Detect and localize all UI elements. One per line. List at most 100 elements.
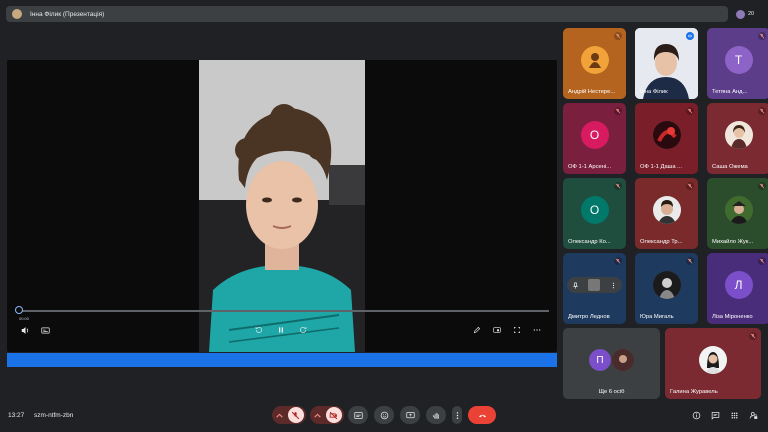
chevron-up-icon[interactable] <box>275 411 284 420</box>
participant-thumbnail <box>588 279 601 291</box>
pin-icon[interactable] <box>572 282 579 289</box>
captions-button[interactable] <box>348 406 368 424</box>
participant-tile[interactable]: О Олександр Ко... <box>563 178 626 249</box>
host-controls-button[interactable] <box>746 408 760 422</box>
participant-tile[interactable]: Олександр Тр... <box>635 178 698 249</box>
activities-button[interactable] <box>727 408 741 422</box>
participant-name: Юра Мигаль <box>640 314 674 320</box>
participant-name: Михайло Жук... <box>712 239 754 245</box>
fullscreen-icon[interactable] <box>511 324 523 336</box>
mic-off-icon <box>686 107 694 115</box>
mic-off-icon <box>287 407 304 423</box>
chevron-up-icon[interactable] <box>313 411 322 420</box>
emoji-icon <box>380 411 388 419</box>
forward-icon[interactable] <box>297 324 309 336</box>
participant-tile[interactable]: Михайло Жук... <box>707 178 768 249</box>
participant-avatar <box>652 271 681 299</box>
more-participants-label: Ще 6 осіб <box>598 389 625 395</box>
participant-tile[interactable]: Інна Філик <box>635 28 698 99</box>
camera-off-icon <box>325 407 342 423</box>
participant-tile[interactable]: Саша Ожема <box>707 103 768 174</box>
participant-tile[interactable]: Андрій Нестере... <box>563 28 626 99</box>
participant-tile[interactable]: ОФ 1-1 Даша ... <box>635 103 698 174</box>
mic-off-icon <box>758 32 766 40</box>
participant-avatar <box>699 346 727 374</box>
presentation-stage: 00:00 <box>7 60 557 352</box>
mic-off-icon <box>614 182 622 190</box>
participant-avatar <box>652 121 681 149</box>
participant-avatar: О <box>580 196 609 224</box>
rewind-icon[interactable] <box>253 324 265 336</box>
participant-avatar: О <box>580 121 609 149</box>
participant-name: Саша Ожема <box>712 164 748 170</box>
participant-name: Дмитро Леднов <box>568 314 610 320</box>
present-screen-icon <box>405 411 415 418</box>
participant-tile[interactable]: Л Ліза Міроненко <box>707 253 768 324</box>
participant-tile[interactable]: Дмитро Леднов <box>563 253 626 324</box>
video-progress-track[interactable] <box>19 310 549 312</box>
microphone-toggle-button[interactable] <box>272 406 306 424</box>
reactions-button[interactable] <box>374 406 394 424</box>
participant-count-label: 20 <box>748 11 755 17</box>
participant-name: ОФ 1-1 Арсені... <box>568 164 612 170</box>
chat-icon <box>711 411 719 420</box>
camera-toggle-button[interactable] <box>310 406 344 424</box>
presentation-footer-bar <box>7 353 557 367</box>
participant-avatar <box>724 196 753 224</box>
participant-name: Олександр Ко... <box>568 239 611 245</box>
participant-name: Андрій Нестере... <box>568 89 616 95</box>
overflow-avatar-photo <box>612 349 634 371</box>
meeting-info-button[interactable] <box>689 408 703 422</box>
hand-icon <box>432 412 439 419</box>
mic-off-icon <box>686 182 694 190</box>
participant-name: Тетяна Анд... <box>712 89 748 95</box>
annotate-pencil-icon[interactable] <box>471 324 483 336</box>
mic-off-icon <box>758 107 766 115</box>
more-vert-icon <box>456 411 458 419</box>
mic-off-icon <box>686 257 694 265</box>
mic-off-icon <box>749 332 757 340</box>
captions-icon[interactable] <box>39 324 51 336</box>
tile-more-icon[interactable] <box>610 282 617 289</box>
participant-avatar <box>580 46 609 74</box>
presentation-banner[interactable]: Інна Філик (Презентація) <box>6 6 728 22</box>
present-button[interactable] <box>400 406 420 424</box>
more-options-icon[interactable] <box>531 324 543 336</box>
more-participants-tile[interactable]: П Ще 6 осіб <box>563 328 660 399</box>
info-icon <box>692 411 700 419</box>
participant-count[interactable]: 20 <box>736 7 754 21</box>
apps-grid-icon <box>731 412 737 418</box>
hang-up-icon <box>478 414 486 417</box>
pause-icon[interactable] <box>275 324 287 336</box>
leave-call-button[interactable] <box>468 406 496 424</box>
participant-avatar: Л <box>724 271 753 299</box>
call-controls-bar: 13:27 szm-ntfm-zbn <box>0 404 768 428</box>
participant-name: Галина Журавель <box>670 389 718 395</box>
participant-tile[interactable]: Т Тетяна Анд... <box>707 28 768 99</box>
mic-off-icon <box>758 182 766 190</box>
presentation-title: Інна Філик (Презентація) <box>30 10 105 18</box>
clock: 13:27 <box>8 412 25 419</box>
raise-hand-button[interactable] <box>426 406 446 424</box>
more-options-button[interactable] <box>452 406 462 424</box>
participant-name: ОФ 1-1 Даша ... <box>640 164 682 170</box>
participant-tile[interactable]: Галина Журавель <box>665 328 761 399</box>
speaker-video-frame <box>199 60 365 352</box>
mic-off-icon <box>614 257 622 265</box>
tile-hover-controls <box>567 277 622 293</box>
lock-person-icon <box>749 411 757 419</box>
shared-video[interactable] <box>199 60 365 352</box>
participant-avatar <box>652 196 681 224</box>
volume-icon[interactable] <box>19 324 31 336</box>
participant-avatar <box>724 121 753 149</box>
presenter-avatar <box>12 9 22 19</box>
mic-off-icon <box>614 107 622 115</box>
participant-name: Олександр Тр... <box>640 239 683 245</box>
overflow-avatar: П <box>589 349 611 371</box>
chat-button[interactable] <box>708 408 722 422</box>
participant-tile[interactable]: Юра Мигаль <box>635 253 698 324</box>
layout-icon[interactable] <box>491 324 503 336</box>
participant-tile[interactable]: О ОФ 1-1 Арсені... <box>563 103 626 174</box>
meeting-code: szm-ntfm-zbn <box>34 412 74 419</box>
video-progress-knob[interactable] <box>15 306 23 314</box>
